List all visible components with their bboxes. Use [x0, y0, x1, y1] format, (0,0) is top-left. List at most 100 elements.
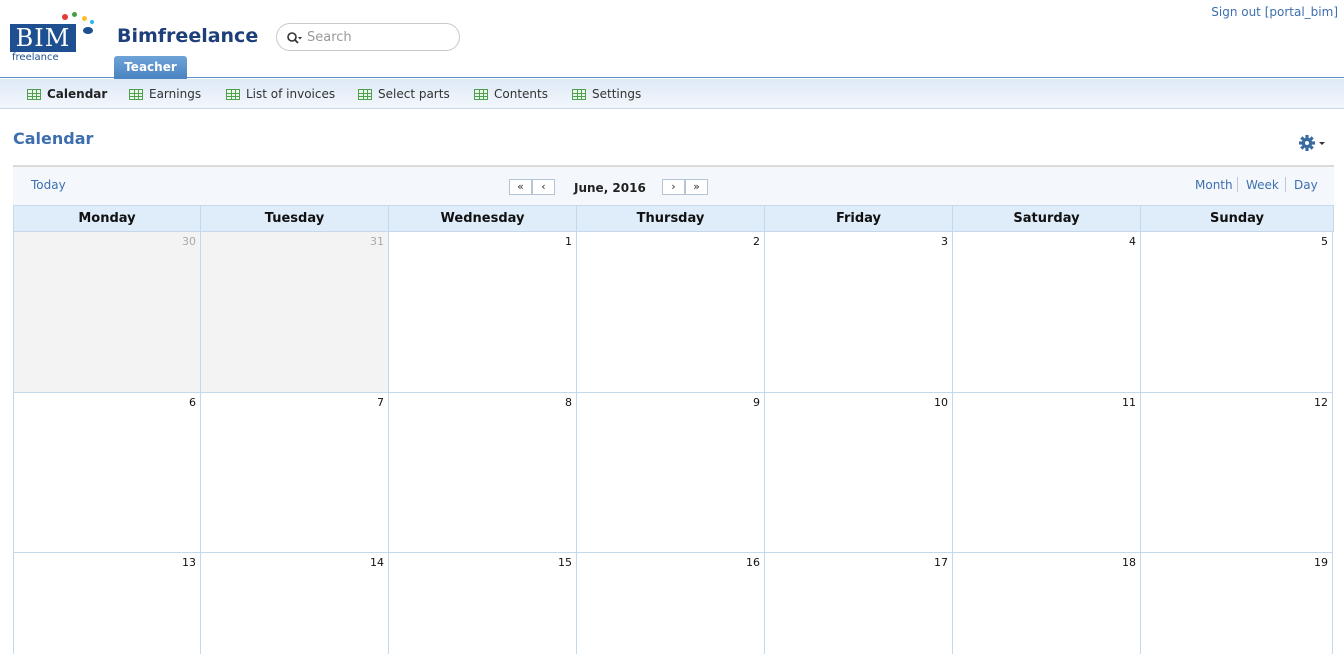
grid-icon	[358, 88, 372, 100]
day-cell[interactable]: 18	[953, 553, 1141, 654]
day-cell[interactable]: 13	[14, 553, 201, 654]
day-number: 8	[565, 396, 572, 409]
prev-period-button[interactable]: ‹	[532, 179, 555, 195]
day-number: 4	[1129, 235, 1136, 248]
nav-item-label: Calendar	[47, 87, 108, 101]
day-cell[interactable]: 16	[577, 553, 765, 654]
day-number: 14	[370, 556, 384, 569]
day-number: 3	[941, 235, 948, 248]
day-number: 11	[1122, 396, 1136, 409]
grid-icon	[226, 88, 240, 100]
weekday-saturday: Saturday	[953, 206, 1141, 231]
view-day-button[interactable]: Day	[1294, 178, 1318, 192]
today-button[interactable]: Today	[31, 178, 66, 192]
search-icon	[287, 32, 302, 44]
day-cell[interactable]: 12	[1141, 393, 1333, 553]
day-number: 13	[182, 556, 196, 569]
nav-item-label: Contents	[494, 87, 548, 101]
day-cell[interactable]: 2	[577, 232, 765, 393]
day-cell[interactable]: 19	[1141, 553, 1333, 654]
weekday-thursday: Thursday	[577, 206, 765, 231]
week-row: 6 7 8 9 10 11 12	[13, 393, 1334, 553]
day-cell[interactable]: 14	[201, 553, 389, 654]
day-number: 18	[1122, 556, 1136, 569]
app-header: BIM freelance Bimfreelance Teacher Sign …	[0, 0, 1344, 79]
settings-menu[interactable]	[1299, 135, 1329, 151]
app-title[interactable]: Bimfreelance	[117, 25, 258, 47]
weekday-friday: Friday	[765, 206, 953, 231]
sign-out-link[interactable]: Sign out [portal_bim]	[1211, 5, 1338, 19]
weekday-sunday: Sunday	[1209, 211, 1265, 226]
nav-item-contents[interactable]: Contents	[474, 86, 548, 102]
period-label: June, 2016	[574, 181, 646, 195]
logo-subtext: freelance	[12, 52, 59, 63]
nav-item-list-of-invoices[interactable]: List of invoices	[226, 86, 335, 102]
day-number: 5	[1321, 235, 1328, 248]
day-number: 7	[377, 396, 384, 409]
week-row: 30 31 1 2 3 4 5	[13, 232, 1334, 393]
weekday-tuesday: Tuesday	[201, 206, 389, 231]
day-cell[interactable]: 1	[389, 232, 577, 393]
day-cell[interactable]: 9	[577, 393, 765, 553]
day-cell[interactable]: 3	[765, 232, 953, 393]
day-number: 10	[934, 396, 948, 409]
gear-icon	[1299, 135, 1325, 151]
nav-item-label: Select parts	[378, 87, 450, 101]
nav-item-label: Settings	[592, 87, 642, 101]
tab-teacher[interactable]: Teacher	[114, 56, 187, 79]
day-cell[interactable]: 5	[1141, 232, 1333, 393]
search-input[interactable]	[307, 28, 452, 46]
day-number: 16	[746, 556, 760, 569]
day-cell[interactable]: 4	[953, 232, 1141, 393]
logo-dot	[83, 27, 93, 34]
divider	[1237, 177, 1238, 192]
day-number: 12	[1314, 396, 1328, 409]
day-cell[interactable]: 11	[953, 393, 1141, 553]
day-number: 30	[182, 235, 196, 248]
day-number: 6	[189, 396, 196, 409]
month-body: 30 31 1 2 3 4 5 6 7 8 9 10 11 12 13 14 15 16 17 18 19	[13, 232, 1334, 654]
day-cell[interactable]: 6	[14, 393, 201, 553]
weekday-monday: Monday	[14, 206, 201, 231]
day-cell[interactable]: 30	[14, 232, 201, 393]
logo-dot	[82, 16, 87, 21]
search-box[interactable]	[276, 23, 460, 51]
grid-icon	[129, 88, 143, 100]
weekday-wednesday: Wednesday	[389, 206, 577, 231]
day-number: 31	[370, 235, 384, 248]
nav-item-calendar[interactable]: Calendar	[27, 86, 107, 102]
main-nav: Calendar Earnings List of invoices Selec…	[0, 79, 1344, 109]
chevron-down-icon	[1319, 142, 1325, 145]
day-number: 2	[753, 235, 760, 248]
nav-item-select-parts[interactable]: Select parts	[358, 86, 450, 102]
day-number: 15	[558, 556, 572, 569]
logo-dot	[62, 14, 68, 20]
last-period-button[interactable]: »	[685, 179, 708, 195]
day-cell[interactable]: 17	[765, 553, 953, 654]
next-period-button[interactable]: ›	[662, 179, 685, 195]
grid-icon	[27, 88, 41, 100]
view-week-button[interactable]: Week	[1246, 178, 1279, 192]
first-period-button[interactable]: «	[509, 179, 532, 195]
day-cell[interactable]: 7	[201, 393, 389, 553]
bim-logo[interactable]: BIM freelance	[10, 12, 98, 64]
day-number: 19	[1314, 556, 1328, 569]
day-cell[interactable]: 31	[201, 232, 389, 393]
day-number: 1	[565, 235, 572, 248]
week-row: 13 14 15 16 17 18 19	[13, 553, 1334, 654]
day-cell[interactable]: 8	[389, 393, 577, 553]
grid-icon	[572, 88, 586, 100]
nav-item-label: Earnings	[149, 87, 202, 101]
weekday-header: Monday Tuesday Wednesday Thursday Friday Satu…	[13, 205, 1334, 232]
logo-text: BIM	[10, 24, 76, 52]
divider	[1285, 177, 1286, 192]
view-month-button[interactable]: Month	[1195, 178, 1233, 192]
page-title: Calendar	[13, 129, 94, 148]
logo-dot	[90, 20, 94, 24]
nav-item-settings[interactable]: Settings	[572, 86, 641, 102]
day-cell[interactable]: 10	[765, 393, 953, 553]
nav-item-earnings[interactable]: Earnings	[129, 86, 201, 102]
day-cell[interactable]: 15	[389, 553, 577, 654]
day-number: 9	[753, 396, 760, 409]
logo-dot	[72, 12, 77, 17]
